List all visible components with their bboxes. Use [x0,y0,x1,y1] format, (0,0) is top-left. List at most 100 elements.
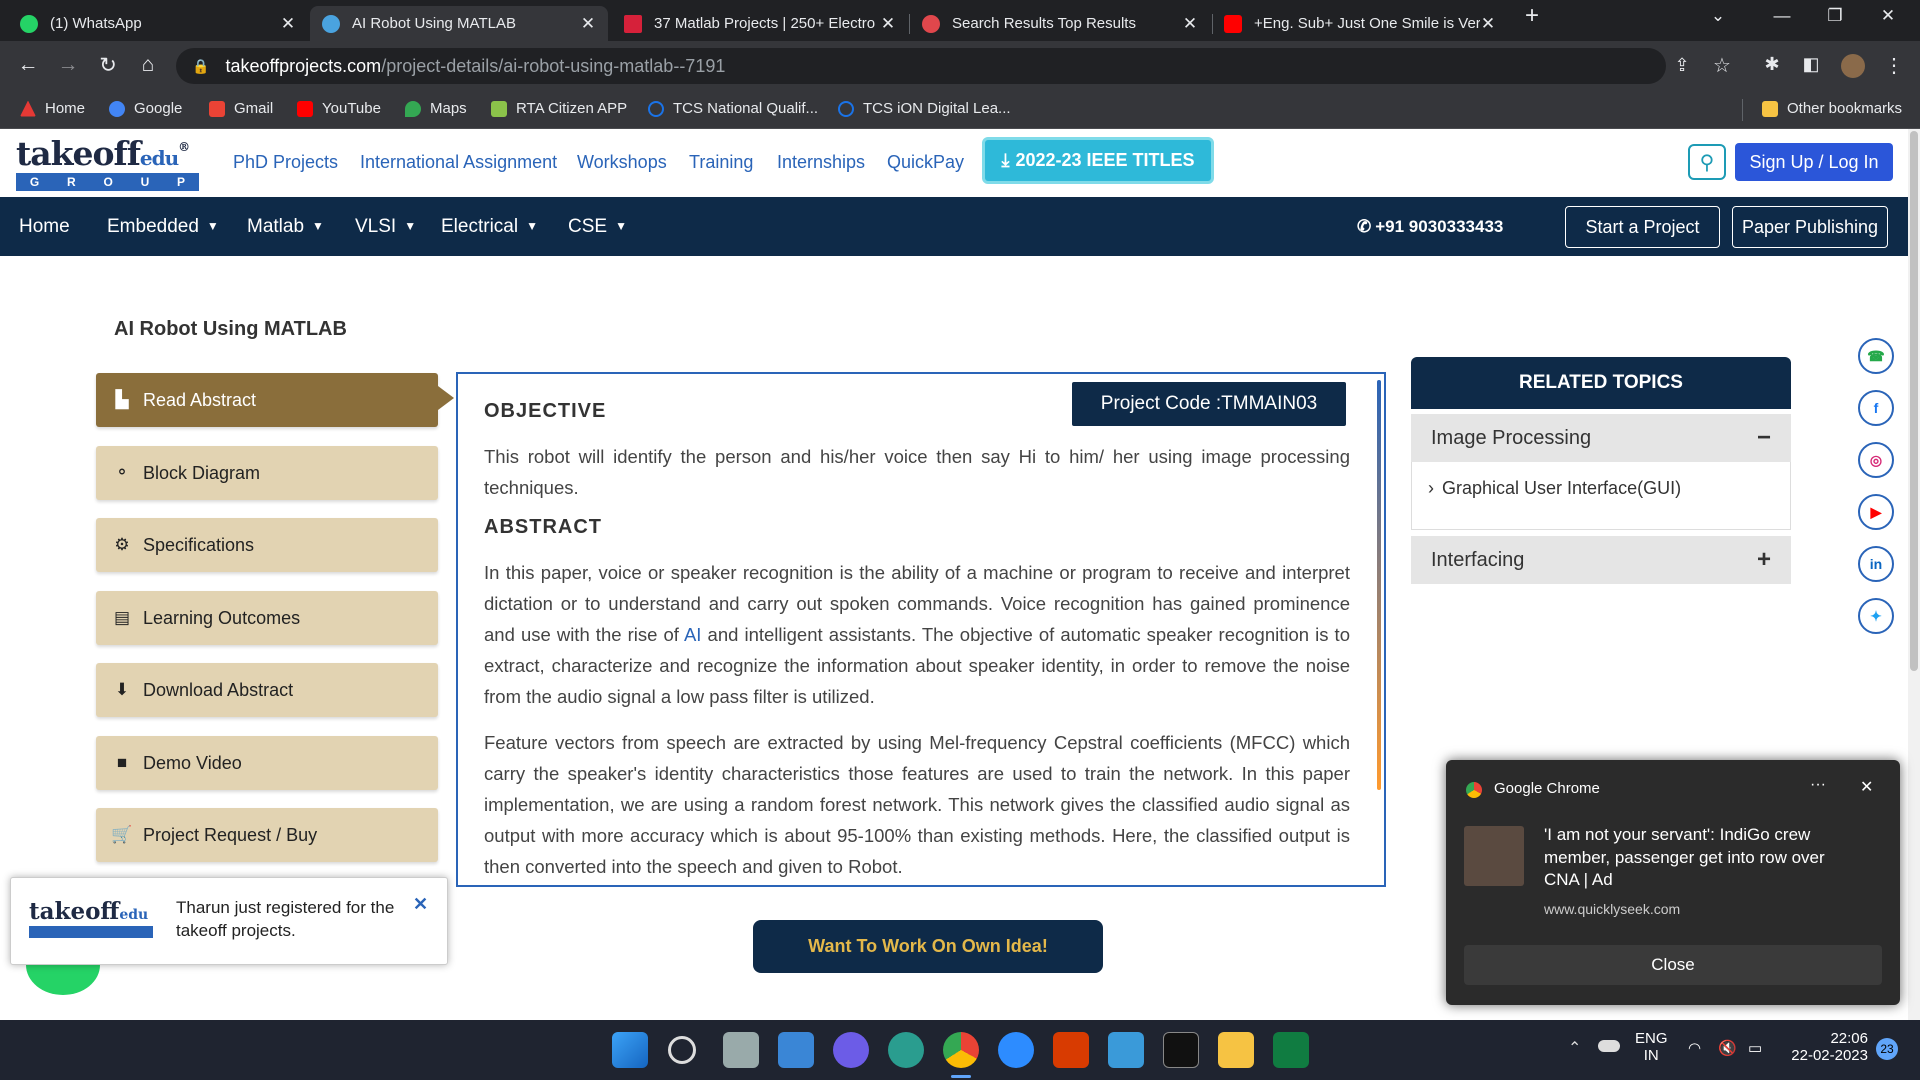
instagram-icon[interactable]: ◎ [1858,442,1894,478]
side-demo-video[interactable]: ■ Demo Video [96,736,438,790]
main-nav-cse[interactable]: CSE ▼ [568,216,627,238]
ai-link[interactable]: AI [684,624,701,645]
clock[interactable]: 22:06 22-02-2023 [1780,1030,1868,1064]
page-scroll-thumb[interactable] [1910,131,1918,671]
bookmark-maps[interactable]: Maps [405,100,467,117]
new-tab-button[interactable]: + [1512,2,1552,30]
nav-quickpay[interactable]: QuickPay [887,152,964,173]
main-nav-home[interactable]: Home [19,216,70,238]
linkedin-icon[interactable]: in [1858,546,1894,582]
signup-login-button[interactable]: Sign Up / Log In [1735,143,1893,181]
tab-search-results[interactable]: Search Results Top Results ✕ [910,6,1210,41]
teams-chat-icon[interactable] [833,1032,869,1068]
side-read-abstract[interactable]: ▙ Read Abstract [96,373,438,427]
search-button[interactable]: ⚲ [1688,144,1726,180]
bookmark-google[interactable]: Google [109,100,182,117]
onedrive-icon[interactable] [1598,1040,1620,1052]
side-download-abstract[interactable]: ⬇ Download Abstract [96,663,438,717]
close-tab-icon[interactable]: ✕ [880,14,896,34]
youtube-icon[interactable]: ▶ [1858,494,1894,530]
reload-button[interactable]: ↻ [94,53,122,78]
close-window-button[interactable]: ✕ [1868,6,1908,26]
main-nav-electrical[interactable]: Electrical ▼ [441,216,538,238]
close-tab-icon[interactable]: ✕ [1480,14,1496,34]
excel-icon[interactable] [1273,1032,1309,1068]
side-specifications[interactable]: ⚙ Specifications [96,518,438,572]
language-indicator[interactable]: ENG IN [1635,1030,1668,1064]
ieee-titles-button[interactable]: ⤓ 2022-23 IEEE TITLES [982,137,1214,184]
related-item-gui[interactable]: › Graphical User Interface(GUI) [1428,478,1681,499]
tab-whatsapp[interactable]: (1) WhatsApp ✕ [8,6,308,41]
notification-badge[interactable]: 23 [1876,1038,1898,1060]
support-icon[interactable]: ☎ [1858,338,1894,374]
close-icon[interactable]: ✕ [1860,777,1873,797]
battery-icon[interactable]: ▭ [1748,1039,1762,1057]
search-icon[interactable] [668,1036,696,1064]
related-image-processing[interactable]: Image Processing − [1411,414,1791,462]
close-icon[interactable]: ✕ [413,894,428,915]
side-panel-icon[interactable]: ◧ [1797,54,1825,75]
bookmark-youtube[interactable]: YouTube [297,100,381,117]
notification-close-button[interactable]: Close [1464,945,1882,985]
paper-publishing-button[interactable]: Paper Publishing [1732,206,1888,248]
avatar[interactable] [1841,54,1865,78]
nav-internships[interactable]: Internships [777,152,865,173]
notepad-icon[interactable] [1108,1032,1144,1068]
tab-search-chevron-icon[interactable]: ⌄ [1698,6,1738,26]
nav-workshops[interactable]: Workshops [577,152,667,173]
facebook-icon[interactable]: f [1858,390,1894,426]
phone-link[interactable]: ✆ +91 9030333433 [1357,217,1503,237]
side-block-diagram[interactable]: ⚬ Block Diagram [96,446,438,500]
main-nav-matlab[interactable]: Matlab ▼ [247,216,324,238]
volume-muted-icon[interactable]: 🔇 [1718,1039,1737,1057]
other-bookmarks[interactable]: Other bookmarks [1762,100,1902,117]
bookmark-gmail[interactable]: Gmail [209,100,273,117]
share-icon[interactable]: ⇪ [1668,55,1696,76]
file-explorer-icon[interactable] [1218,1032,1254,1068]
zoom-icon[interactable] [998,1032,1034,1068]
page-scrollbar[interactable] [1908,129,1920,1020]
related-interfacing[interactable]: Interfacing + [1411,536,1791,584]
more-options-icon[interactable]: ··· [1810,776,1826,794]
nav-phd-projects[interactable]: PhD Projects [233,152,338,173]
tab-youtube[interactable]: +Eng. Sub+ Just One Smile is Ver ✕ [1212,6,1508,41]
extensions-icon[interactable]: ✱ [1758,54,1786,75]
close-tab-icon[interactable]: ✕ [280,14,296,34]
chrome-icon[interactable] [943,1032,979,1068]
address-bar[interactable]: 🔒 takeoffprojects.com/project-details/ai… [176,48,1666,84]
start-project-button[interactable]: Start a Project [1565,206,1720,248]
edge-icon[interactable] [888,1032,924,1068]
nav-training[interactable]: Training [689,152,753,173]
bookmark-tcs-ion[interactable]: TCS iON Digital Lea... [838,100,1011,117]
side-learning-outcomes[interactable]: ▤ Learning Outcomes [96,591,438,645]
tab-matlab-projects[interactable]: 37 Matlab Projects | 250+ Electro ✕ [612,6,908,41]
close-tab-icon[interactable]: ✕ [1182,14,1198,34]
start-icon[interactable] [612,1032,648,1068]
nav-international-assignment[interactable]: International Assignment [360,152,557,173]
main-nav-vlsi[interactable]: VLSI ▼ [355,216,416,238]
task-view-icon[interactable] [723,1032,759,1068]
own-idea-button[interactable]: Want To Work On Own Idea! [753,920,1103,973]
logo[interactable]: takeoffedu® [16,134,190,173]
restore-button[interactable]: ❐ [1815,6,1855,26]
menu-kebab-icon[interactable]: ⋮ [1880,53,1908,78]
wifi-icon[interactable]: ◠ [1688,1039,1701,1057]
bookmark-rta[interactable]: RTA Citizen APP [491,100,627,117]
close-tab-icon[interactable]: ✕ [580,14,596,34]
terminal-icon[interactable] [1163,1032,1199,1068]
widgets-icon[interactable] [778,1032,814,1068]
back-button[interactable]: ← [14,53,42,77]
bookmark-tcs-national[interactable]: TCS National Qualif... [648,100,818,117]
tray-chevron-up-icon[interactable]: ⌃ [1568,1038,1581,1058]
office-icon[interactable] [1053,1032,1089,1068]
forward-button[interactable]: → [54,53,82,77]
bookmark-home[interactable]: Home [20,100,85,117]
side-project-request[interactable]: 🛒 Project Request / Buy [96,808,438,862]
panel-scroll-thumb[interactable] [1377,380,1381,790]
main-nav-embedded[interactable]: Embedded ▼ [107,216,219,238]
tab-ai-robot[interactable]: AI Robot Using MATLAB ✕ [310,6,608,41]
bookmark-star-icon[interactable]: ☆ [1708,53,1736,78]
twitter-icon[interactable]: ✦ [1858,598,1894,634]
minimize-button[interactable]: — [1762,6,1802,26]
home-button[interactable]: ⌂ [134,53,162,77]
